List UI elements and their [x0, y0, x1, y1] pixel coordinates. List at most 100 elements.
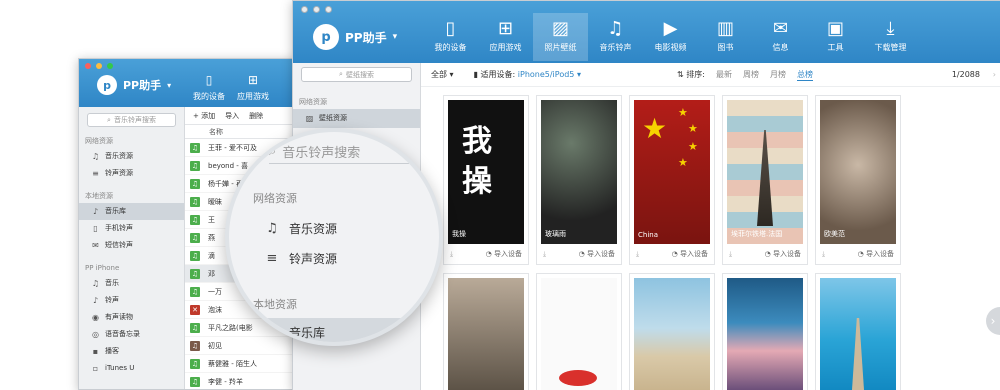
- sidebar-item-itunes-u[interactable]: ▫ iTunes U: [79, 360, 184, 377]
- category-dropdown[interactable]: 全部 ▾: [431, 69, 454, 80]
- sidebar-item-voice-memo[interactable]: ◎ 语音备忘录: [79, 326, 184, 343]
- sort-latest[interactable]: 最新: [716, 69, 732, 80]
- toolbox-icon: ▣: [826, 18, 844, 39]
- nav-apps-games[interactable]: ⊞ 应用游戏: [478, 13, 533, 61]
- podcast-icon: ▪: [92, 347, 99, 356]
- sidebar-item-music-library[interactable]: ♪ 音乐库: [79, 203, 184, 220]
- wallpaper-card[interactable]: [443, 273, 529, 390]
- wallpaper-thumbnail[interactable]: [541, 278, 617, 390]
- track-title: 王菲 - 爱不可及: [208, 143, 257, 152]
- import-button[interactable]: 导入: [225, 111, 239, 121]
- pp-logo-icon: p: [313, 24, 339, 50]
- lens-search-input[interactable]: ⌕ 音乐铃声搜索: [269, 140, 409, 164]
- close-icon[interactable]: [301, 6, 308, 13]
- track-thumbnail-icon: ♫: [190, 160, 200, 171]
- sidebar-item-ringtone-resource[interactable]: ≡ 铃声资源: [79, 165, 184, 182]
- import-to-device-button[interactable]: ◔ 导入设备: [672, 249, 708, 259]
- wallpaper-card[interactable]: [629, 273, 715, 390]
- device-filter[interactable]: ▮ 适用设备: iPhone5/iPod5 ▾: [474, 69, 581, 80]
- import-to-device-button[interactable]: ◔ 导入设备: [579, 249, 615, 259]
- track-title: 一万: [208, 287, 222, 296]
- nav-my-device[interactable]: ▯ 我的设备: [187, 73, 231, 102]
- download-icon[interactable]: ⤓: [729, 250, 732, 259]
- wallpaper-card[interactable]: 我 操 我操 ⤓ ◔ 导入设备: [443, 95, 529, 265]
- app-logo[interactable]: p PP助手 ▾: [313, 24, 397, 50]
- lips-shape: [559, 370, 597, 386]
- search-icon: ⌕: [339, 70, 343, 78]
- sidebar-item-music-resource[interactable]: ♫ 音乐资源: [79, 148, 184, 165]
- sidebar-item-audiobook[interactable]: ◉ 有声读物: [79, 309, 184, 326]
- lens-item-music-resource[interactable]: ♫ 音乐资源: [265, 220, 337, 237]
- wallpaper-card[interactable]: 欧美范 ⤓ ◔ 导入设备: [815, 95, 901, 265]
- wallpaper-thumbnail[interactable]: 我 操 我操: [448, 100, 524, 244]
- search-icon: ⌕: [269, 144, 277, 159]
- nav-movies-videos[interactable]: ▶ 电影视频: [643, 13, 698, 61]
- nav-messages[interactable]: ✉ 信息: [753, 13, 808, 61]
- next-arrow-button[interactable]: ›: [986, 307, 1000, 335]
- nav-my-device[interactable]: ▯ 我的设备: [423, 13, 478, 61]
- wallpaper-search-input[interactable]: ⌕ 壁纸搜索: [301, 67, 412, 82]
- download-icon[interactable]: ⤓: [450, 250, 453, 259]
- zoom-icon[interactable]: [325, 6, 332, 13]
- nav-music-ringtones[interactable]: ♫ 音乐铃声: [588, 13, 643, 61]
- track-title: beyond - 喜: [208, 161, 249, 170]
- wallpaper-thumbnail[interactable]: 埃菲尔铁塔.法国: [727, 100, 803, 244]
- section-network: 网络资源: [299, 98, 327, 106]
- pier-shape: [852, 318, 864, 390]
- wallpaper-caption: 欧美范: [824, 230, 845, 238]
- wallpaper-card[interactable]: [722, 273, 808, 390]
- close-icon[interactable]: [85, 63, 91, 69]
- nav-apps[interactable]: ⊞ 应用游戏: [231, 73, 275, 102]
- wallpaper-thumbnail[interactable]: 欧美范: [820, 100, 896, 244]
- sidebar-item-music[interactable]: ♫ 音乐: [79, 275, 184, 292]
- music-list-icon: ≡: [266, 251, 278, 266]
- lens-item-music-library[interactable]: ▯ 音乐库: [265, 324, 325, 341]
- wallpaper-thumbnail[interactable]: [448, 278, 524, 390]
- download-icon[interactable]: ⤓: [822, 250, 825, 259]
- wallpaper-card[interactable]: ★ ★ ★ ★ ★ China ⤓ ◔ 导入设备: [629, 95, 715, 265]
- magnifier-lens: ⌕ 音乐铃声搜索 网络资源 ♫ 音乐资源 ≡ 铃声资源 本地资源 ▯ 音乐库: [225, 128, 443, 346]
- minimize-icon[interactable]: [96, 63, 102, 69]
- wallpaper-card[interactable]: 玻璃雨 ⤓ ◔ 导入设备: [536, 95, 622, 265]
- wallpaper-thumbnail[interactable]: [634, 278, 710, 390]
- track-thumbnail-icon: ♫: [190, 340, 200, 351]
- wallpaper-thumbnail[interactable]: [727, 278, 803, 390]
- track-title: 泡沫: [208, 305, 222, 314]
- next-page-icon[interactable]: ›: [993, 70, 996, 79]
- sidebar-item-ringtone[interactable]: ♪ 铃声: [79, 292, 184, 309]
- search-icon: ⌕: [107, 115, 111, 124]
- note-icon: ♫: [91, 279, 100, 288]
- add-button[interactable]: + 添加: [193, 111, 215, 121]
- sidebar-item-phone-ringtone[interactable]: ▯ 手机铃声: [79, 220, 184, 237]
- download-icon[interactable]: ⤓: [543, 250, 546, 259]
- sidebar-item-podcast[interactable]: ▪ 播客: [79, 343, 184, 360]
- sort-total[interactable]: 总榜: [796, 69, 813, 81]
- wallpaper-thumbnail[interactable]: 玻璃雨: [541, 100, 617, 244]
- nav-downloads[interactable]: ⤓ 下载管理: [863, 13, 918, 61]
- delete-button[interactable]: 删除: [249, 111, 263, 121]
- lens-item-ringtone-resource[interactable]: ≡ 铃声资源: [265, 250, 337, 267]
- track-title: 初见: [208, 341, 222, 350]
- nav-photos-wallpapers[interactable]: ▨ 照片壁纸: [533, 13, 588, 61]
- wallpaper-thumbnail[interactable]: [820, 278, 896, 390]
- import-to-device-button[interactable]: ◔ 导入设备: [858, 249, 894, 259]
- download-icon[interactable]: ⤓: [636, 250, 639, 259]
- headphones-icon: ♫: [266, 221, 278, 236]
- nav-books[interactable]: ▥ 图书: [698, 13, 753, 61]
- search-input[interactable]: ⌕ 音乐铃声搜索: [87, 113, 176, 127]
- sidebar-item-sms-ringtone[interactable]: ✉ 短信铃声: [79, 237, 184, 254]
- import-to-device-button[interactable]: ◔ 导入设备: [765, 249, 801, 259]
- app-logo[interactable]: p PP助手 ▾: [97, 75, 171, 95]
- wallpaper-card[interactable]: 埃菲尔铁塔.法国 ⤓ ◔ 导入设备: [722, 95, 808, 265]
- import-to-device-button[interactable]: ◔ 导入设备: [486, 249, 522, 259]
- wallpaper-card[interactable]: [815, 273, 901, 390]
- wallpaper-card[interactable]: [536, 273, 622, 390]
- sort-weekly[interactable]: 周榜: [743, 69, 759, 80]
- nav-tools[interactable]: ▣ 工具: [808, 13, 863, 61]
- wallpaper-thumbnail[interactable]: ★ ★ ★ ★ ★ China: [634, 100, 710, 244]
- track-title: 滴: [208, 251, 215, 260]
- sort-monthly[interactable]: 月榜: [770, 69, 786, 80]
- sidebar-item-wallpaper-resource[interactable]: ▨ 壁纸资源: [293, 109, 420, 128]
- zoom-icon[interactable]: [107, 63, 113, 69]
- minimize-icon[interactable]: [313, 6, 320, 13]
